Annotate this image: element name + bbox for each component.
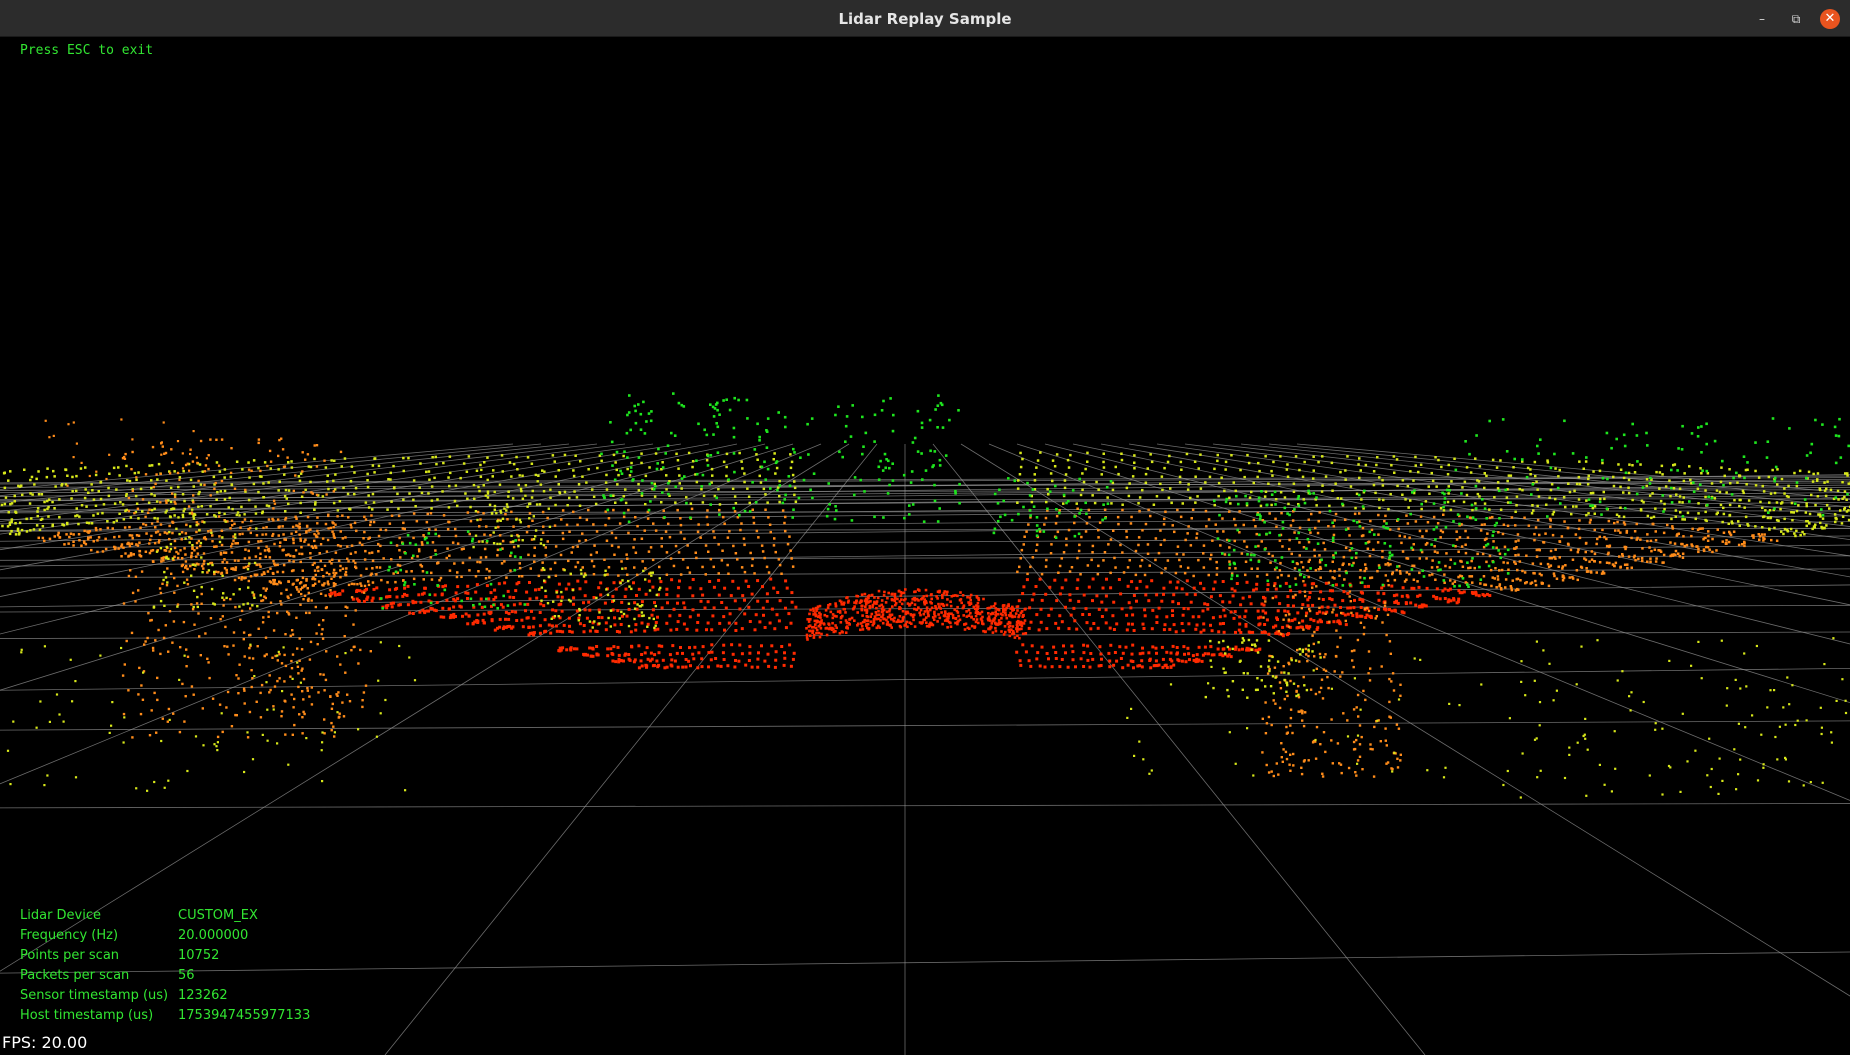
info-value: 20.000000 [178,928,249,943]
minimize-icon: – [1759,12,1765,26]
close-icon: ✕ [1824,11,1836,26]
info-label: Sensor timestamp (us) [20,988,169,1003]
info-value: 123262 [178,988,228,1003]
lidar-viewport[interactable]: Press ESC to exit Lidar Device CUSTOM_EX… [0,37,1850,1055]
fps-counter: FPS: 20.00 [2,1033,88,1052]
info-value: 56 [178,968,195,983]
info-label: Points per scan [20,948,120,963]
info-label: Host timestamp (us) [20,1008,154,1023]
window-title: Lidar Replay Sample [838,10,1012,28]
minimize-button[interactable]: – [1752,9,1772,29]
info-label: Lidar Device [20,908,102,923]
info-label: Frequency (Hz) [20,928,119,943]
info-value: CUSTOM_EX [178,908,258,923]
info-value: 1753947455977133 [178,1008,311,1023]
exit-hint: Press ESC to exit [20,43,154,58]
point-cloud [0,392,1850,799]
close-button[interactable]: ✕ [1820,9,1840,29]
point-cloud-scene [0,392,1850,1055]
info-label: Packets per scan [20,968,130,983]
maximize-icon: ⧉ [1791,12,1801,26]
info-value: 10752 [178,948,220,963]
title-bar[interactable]: Lidar Replay Sample – ⧉ ✕ [0,0,1850,37]
maximize-button[interactable]: ⧉ [1786,9,1806,29]
